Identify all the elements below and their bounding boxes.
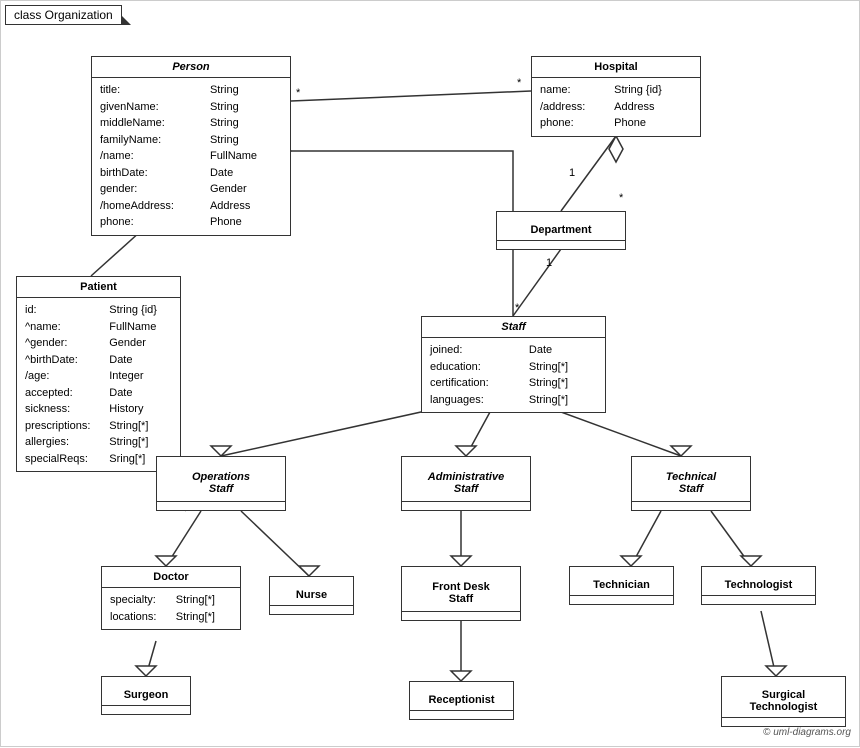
svg-text:*: * — [296, 87, 301, 99]
department-class: Department — [496, 211, 626, 250]
technologist-header: Technologist — [702, 575, 815, 596]
operations-staff-header: OperationsStaff — [157, 465, 285, 502]
staff-header: Staff — [422, 317, 605, 338]
patient-header: Patient — [17, 277, 180, 298]
technician-header: Technician — [570, 575, 673, 596]
hospital-header: Hospital — [532, 57, 700, 78]
svg-text:*: * — [517, 77, 522, 89]
administrative-staff-header: AdministrativeStaff — [402, 465, 530, 502]
nurse-header: Nurse — [270, 585, 353, 606]
front-desk-staff-class: Front DeskStaff — [401, 566, 521, 621]
doctor-header: Doctor — [102, 567, 240, 588]
surgeon-header: Surgeon — [102, 685, 190, 706]
surgeon-class: Surgeon — [101, 676, 191, 715]
receptionist-header: Receptionist — [410, 690, 513, 711]
nurse-class: Nurse — [269, 576, 354, 615]
svg-text:*: * — [515, 302, 520, 314]
technical-staff-header: TechnicalStaff — [632, 465, 750, 502]
frame-label: class Organization — [5, 5, 122, 25]
person-body: title:String givenName:String middleName… — [92, 78, 290, 235]
patient-class: Patient id:String {id} ^name:FullName ^g… — [16, 276, 181, 472]
doctor-class: Doctor specialty:String[*] locations:Str… — [101, 566, 241, 630]
svg-text:1: 1 — [569, 167, 575, 179]
technician-class: Technician — [569, 566, 674, 605]
hospital-body: name:String {id} /address:Address phone:… — [532, 78, 700, 136]
patient-body: id:String {id} ^name:FullName ^gender:Ge… — [17, 298, 180, 471]
staff-body: joined:Date education:String[*] certific… — [422, 338, 605, 412]
department-header: Department — [497, 220, 625, 241]
staff-class: Staff joined:Date education:String[*] ce… — [421, 316, 606, 413]
doctor-body: specialty:String[*] locations:String[*] — [102, 588, 240, 629]
svg-text:*: * — [619, 192, 624, 204]
administrative-staff-class: AdministrativeStaff — [401, 456, 531, 511]
surgical-technologist-class: SurgicalTechnologist — [721, 676, 846, 727]
svg-text:1: 1 — [546, 257, 552, 269]
person-class: Person title:String givenName:String mid… — [91, 56, 291, 236]
copyright: © uml-diagrams.org — [763, 727, 851, 738]
receptionist-class: Receptionist — [409, 681, 514, 720]
hospital-class: Hospital name:String {id} /address:Addre… — [531, 56, 701, 137]
front-desk-staff-header: Front DeskStaff — [402, 575, 520, 612]
diagram-container: class Organization * * 1 * 1 * — [0, 0, 860, 747]
operations-staff-class: OperationsStaff — [156, 456, 286, 511]
person-header: Person — [92, 57, 290, 78]
technologist-class: Technologist — [701, 566, 816, 605]
surgical-technologist-header: SurgicalTechnologist — [722, 685, 845, 718]
technical-staff-class: TechnicalStaff — [631, 456, 751, 511]
